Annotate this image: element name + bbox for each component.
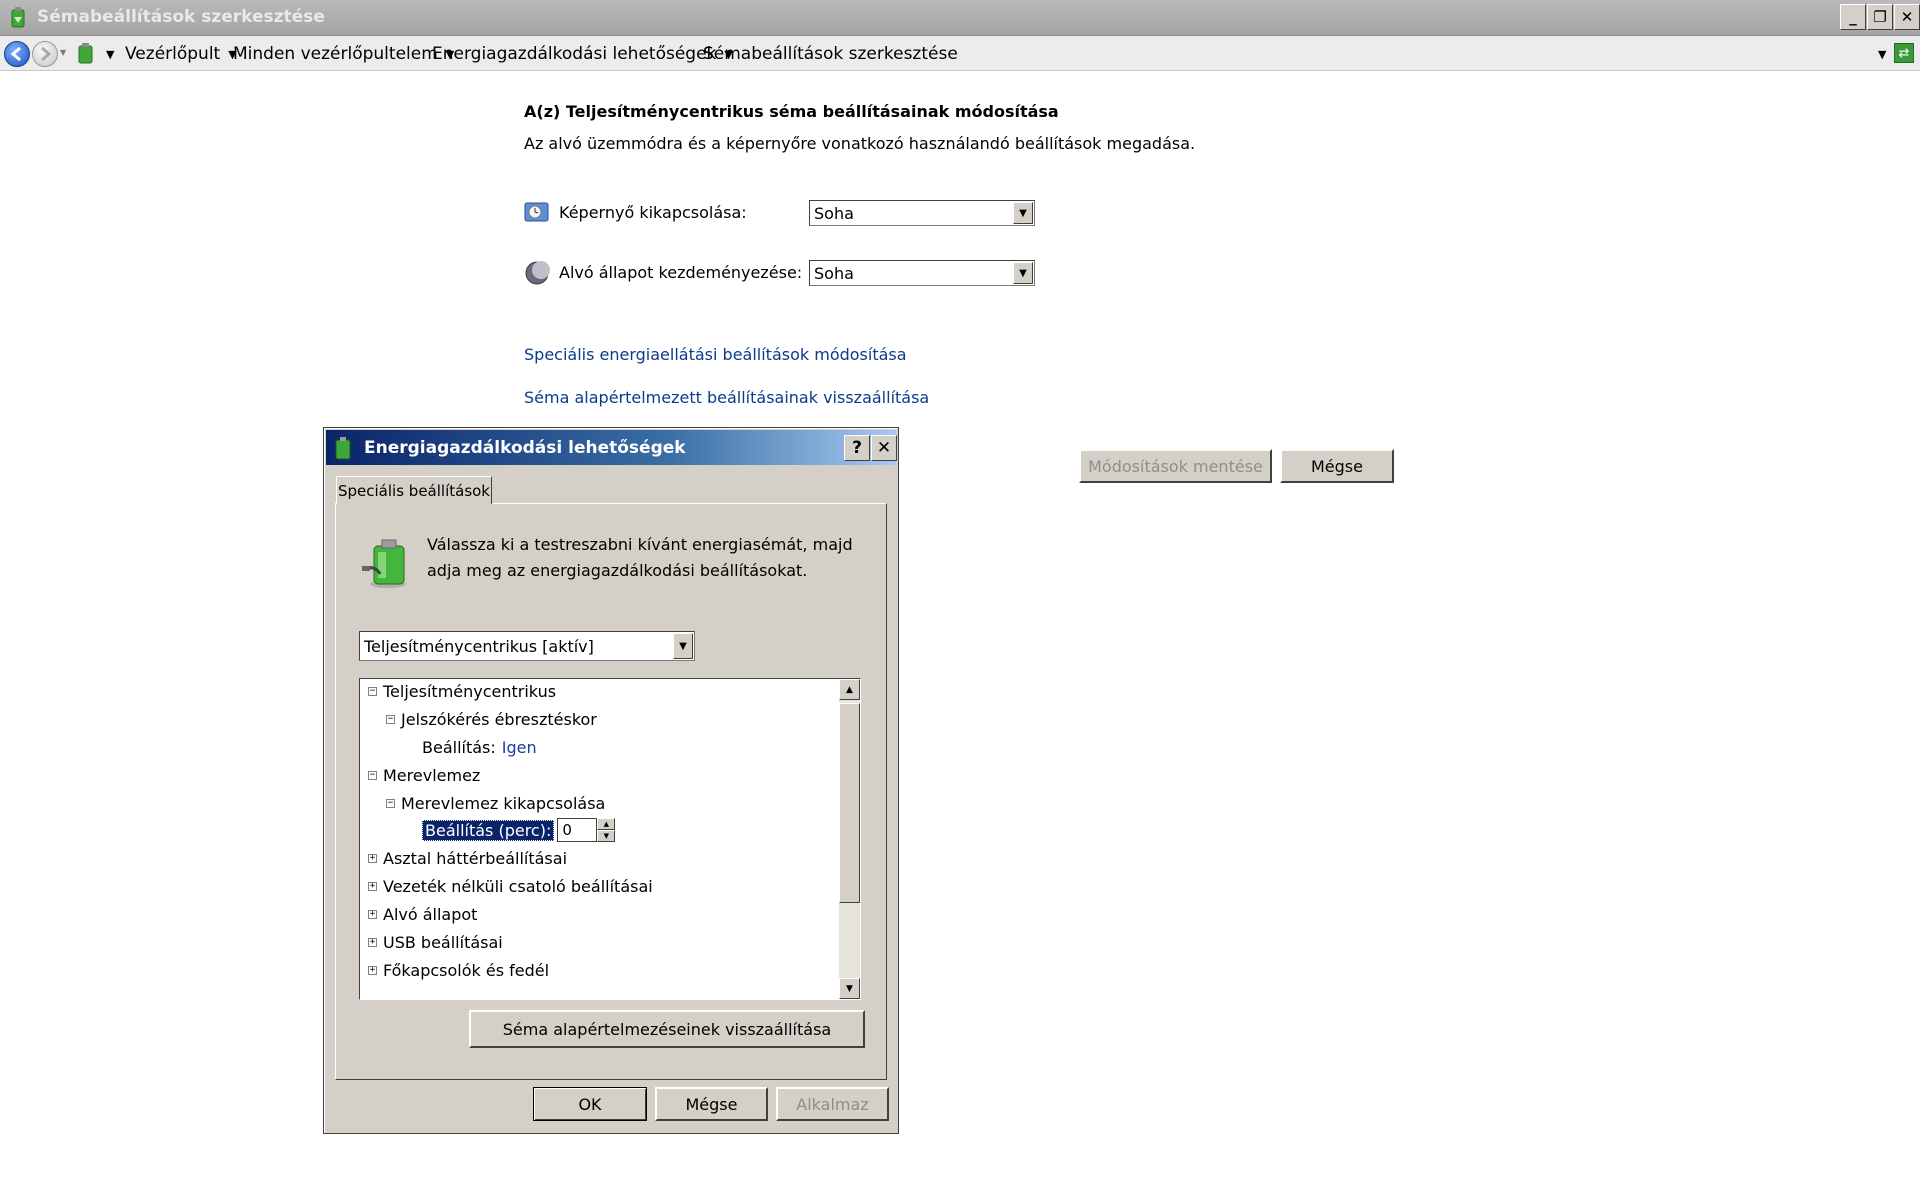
breadcrumb-label: Sémabeállítások szerkesztése: [703, 44, 958, 64]
battery-icon: [335, 437, 351, 460]
dialog-title: Energiagazdálkodási lehetőségek: [364, 438, 686, 458]
dropdown-arrow-icon[interactable]: ▼: [1013, 202, 1033, 224]
sleep-moon-icon: [525, 261, 550, 285]
setting-label: Beállítás:: [422, 737, 496, 757]
tab-advanced-settings[interactable]: Speciális beállítások: [336, 476, 492, 504]
tree-node-power-buttons[interactable]: + Főkapcsolók és fedél: [368, 959, 549, 981]
scroll-up-icon[interactable]: ▲: [839, 679, 860, 700]
restore-scheme-defaults-button[interactable]: Séma alapértelmezéseinek visszaállítása: [469, 1010, 865, 1048]
history-dropdown-icon[interactable]: ▼: [60, 48, 66, 57]
expand-icon[interactable]: +: [368, 881, 377, 891]
tree-node-wireless[interactable]: + Vezeték nélküli csatoló beállításai: [368, 875, 653, 897]
breadcrumb-power-options[interactable]: Energiagazdálkodási lehetőségek ▼: [432, 44, 733, 64]
advanced-settings-link[interactable]: Speciális energiaellátási beállítások mó…: [524, 345, 907, 364]
tree-node-sleep[interactable]: + Alvó állapot: [368, 903, 477, 925]
tree-node-label: Jelszókérés ébresztéskor: [401, 709, 597, 729]
tree-node-harddisk-setting[interactable]: Beállítás (perc): 0 ▲ ▼: [422, 818, 616, 842]
breadcrumb-edit-plan[interactable]: Sémabeállítások szerkesztése: [703, 44, 958, 64]
tree-node-plan[interactable]: − Teljesítménycentrikus: [368, 680, 556, 702]
collapse-icon[interactable]: −: [386, 798, 395, 808]
tree-node-label: USB beállításai: [383, 932, 503, 952]
display-off-value: Soha: [814, 203, 854, 223]
back-button[interactable]: [4, 41, 30, 67]
stepper-buttons: ▲ ▼: [597, 818, 616, 842]
password-setting-value[interactable]: Igen: [502, 738, 537, 757]
expand-icon[interactable]: +: [368, 965, 377, 975]
page-heading: A(z) Teljesítménycentrikus séma beállítá…: [524, 102, 1059, 121]
display-off-select[interactable]: Soha ▼: [809, 200, 1035, 226]
dialog-close-button[interactable]: ✕: [871, 435, 897, 461]
ok-button[interactable]: OK: [533, 1087, 647, 1121]
location-dropdown-icon[interactable]: ▼: [106, 48, 114, 61]
dialog-titlebar: Energiagazdálkodási lehetőségek ? ✕: [326, 430, 897, 465]
cancel-button[interactable]: Mégse: [1280, 449, 1394, 483]
tree-node-desktop[interactable]: + Asztal háttérbeállításai: [368, 847, 567, 869]
tree-node-label: Asztal háttérbeállításai: [383, 848, 568, 868]
expand-icon[interactable]: +: [368, 853, 377, 863]
scheme-select[interactable]: Teljesítménycentrikus [aktív] ▼: [359, 631, 695, 661]
scroll-down-icon[interactable]: ▼: [839, 978, 860, 999]
page-subheading: Az alvó üzemmódra és a képernyőre vonatk…: [524, 134, 1196, 153]
tree-node-password[interactable]: − Jelszókérés ébresztéskor: [386, 708, 597, 730]
tree-node-label: Merevlemez: [383, 765, 481, 785]
restore-button[interactable]: ❐: [1867, 4, 1893, 30]
breadcrumb-label: Energiagazdálkodási lehetőségek: [432, 44, 717, 64]
selected-setting-label: Beállítás (perc):: [422, 819, 555, 841]
window-titlebar: Sémabeállítások szerkesztése _ ❐ ✕: [0, 0, 1920, 36]
display-icon: [524, 202, 549, 222]
stepper-up-icon[interactable]: ▲: [597, 818, 616, 830]
save-changes-button[interactable]: Módosítások mentése: [1079, 449, 1272, 483]
dialog-description: Válassza ki a testreszabni kívánt energi…: [427, 535, 853, 580]
window-close-button[interactable]: ✕: [1894, 4, 1920, 30]
back-arrow-icon: [10, 46, 21, 62]
stepper-down-icon[interactable]: ▼: [597, 830, 616, 842]
power-options-dialog: Energiagazdálkodási lehetőségek ? ✕ Spec…: [323, 427, 899, 1134]
tree-node-label: Vezeték nélküli csatoló beállításai: [383, 876, 653, 896]
address-bar: ▼ ▼ Vezérlőpult ▼ Minden vezérlőpultelem ▼…: [0, 36, 1920, 71]
breadcrumb-label: Vezérlőpult: [125, 44, 221, 64]
tree-node-usb[interactable]: + USB beállításai: [368, 931, 503, 953]
expand-icon[interactable]: +: [368, 909, 377, 919]
power-plan-icon: [362, 539, 406, 588]
help-button[interactable]: ?: [844, 435, 870, 461]
window-title: Sémabeállítások szerkesztése: [37, 7, 325, 27]
minutes-input[interactable]: 0: [557, 818, 598, 842]
control-panel-icon: [78, 43, 93, 64]
tree-node-label: Merevlemez kikapcsolása: [401, 793, 606, 813]
collapse-icon[interactable]: −: [386, 714, 395, 724]
dialog-cancel-button[interactable]: Mégse: [655, 1087, 768, 1121]
tree-node-label: Teljesítménycentrikus: [383, 681, 557, 701]
expand-icon[interactable]: +: [368, 937, 377, 947]
breadcrumb-all-items[interactable]: Minden vezérlőpultelem ▼: [233, 44, 454, 64]
apply-button[interactable]: Alkalmaz: [776, 1087, 889, 1121]
tree-node-harddisk[interactable]: − Merevlemez: [368, 764, 480, 786]
minimize-button[interactable]: _: [1840, 4, 1866, 30]
tree-node-label: Főkapcsolók és fedél: [383, 960, 550, 980]
collapse-icon[interactable]: −: [368, 770, 377, 780]
breadcrumb-label: Minden vezérlőpultelem: [233, 44, 438, 64]
tree-node-password-setting[interactable]: Beállítás: Igen: [422, 736, 537, 758]
forward-arrow-icon: [41, 46, 52, 62]
sleep-value: Soha: [814, 263, 854, 283]
refresh-icon[interactable]: ⇄: [1894, 43, 1914, 63]
collapse-icon[interactable]: −: [368, 686, 377, 696]
tree-node-label: Alvó állapot: [383, 904, 478, 924]
sleep-label: Alvó állapot kezdeményezése:: [559, 263, 803, 282]
dropdown-arrow-icon[interactable]: ▼: [1013, 262, 1033, 284]
display-off-label: Képernyő kikapcsolása:: [559, 203, 747, 222]
scroll-thumb[interactable]: [839, 703, 860, 903]
tree-scrollbar[interactable]: ▲ ▼: [839, 679, 860, 999]
tree-node-harddisk-off[interactable]: − Merevlemez kikapcsolása: [386, 792, 605, 814]
scheme-value: Teljesítménycentrikus [aktív]: [364, 636, 594, 656]
address-dropdown-icon[interactable]: ▼: [1878, 48, 1886, 61]
power-options-icon: [11, 7, 25, 28]
dropdown-arrow-icon[interactable]: ▼: [673, 633, 693, 659]
forward-button[interactable]: [32, 41, 58, 67]
sleep-select[interactable]: Soha ▼: [809, 260, 1035, 286]
settings-tree: − Teljesítménycentrikus − Jelszókérés ébre…: [359, 678, 861, 1000]
breadcrumb-control-panel[interactable]: Vezérlőpult ▼: [125, 44, 237, 64]
minutes-stepper[interactable]: 0 ▲ ▼: [557, 818, 616, 842]
restore-defaults-link[interactable]: Séma alapértelmezett beállításainak viss…: [524, 388, 929, 407]
